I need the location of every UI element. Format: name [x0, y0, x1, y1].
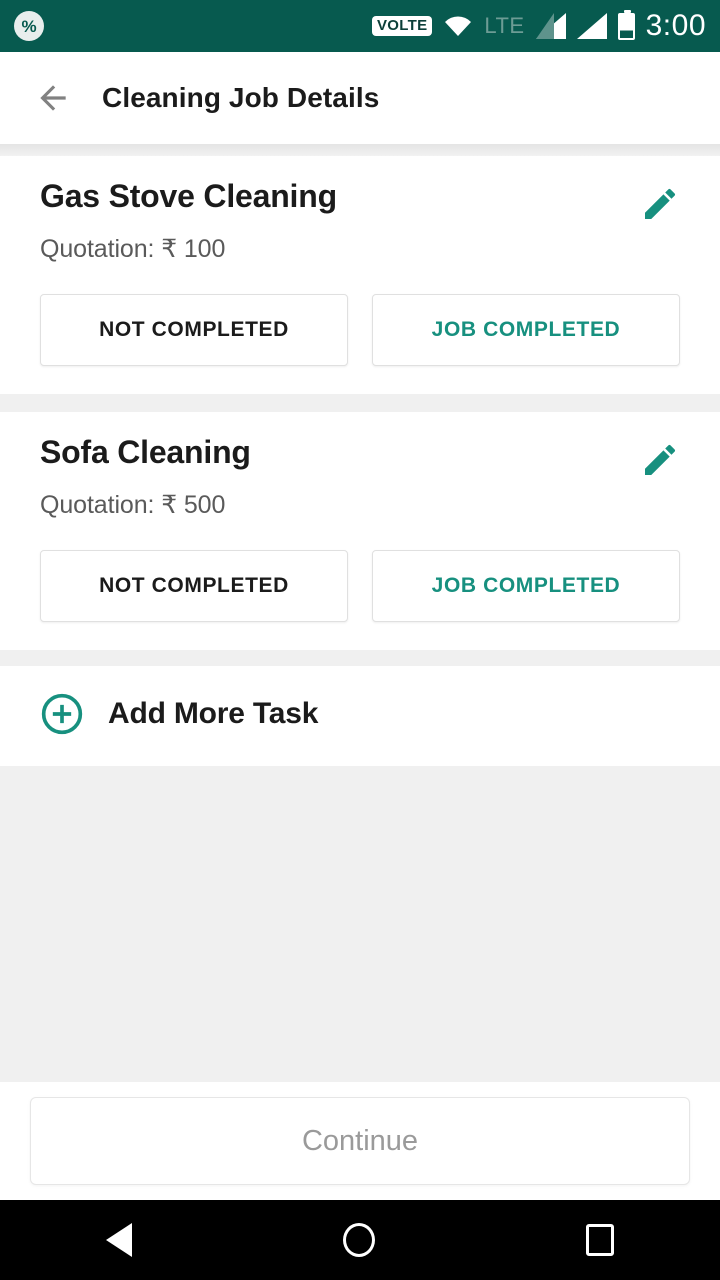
- task-quotation: Quotation: ₹ 100: [40, 235, 226, 263]
- plus-circle-icon[interactable]: [40, 692, 84, 736]
- status-bar-clock: 3:00: [645, 9, 706, 42]
- task-title: Gas Stove Cleaning: [40, 178, 337, 214]
- card-separator: [0, 394, 720, 412]
- nav-home-icon[interactable]: [342, 1223, 375, 1257]
- footer-bar: Continue: [0, 1082, 720, 1200]
- status-bar-left: %: [14, 11, 372, 41]
- percent-badge-icon: %: [14, 11, 44, 41]
- status-bar-right: VOLTE LTE 3:00: [372, 9, 706, 43]
- task-card: Gas Stove Cleaning Quotation: ₹ 100 NOT …: [0, 156, 720, 394]
- continue-button[interactable]: Continue: [30, 1097, 690, 1185]
- add-more-task-label: Add More Task: [108, 697, 319, 730]
- wifi-icon: [443, 14, 473, 38]
- phone-screen: % VOLTE LTE 3:00 Cleaning Job Details Ga…: [0, 0, 720, 1280]
- task-status-buttons: NOT COMPLETED JOB COMPLETED: [40, 294, 680, 366]
- signal-bars-icon-sim2: [576, 13, 607, 39]
- status-bar: % VOLTE LTE 3:00: [0, 0, 720, 52]
- task-status-buttons: NOT COMPLETED JOB COMPLETED: [40, 550, 680, 622]
- app-bar-shadow: [0, 144, 720, 156]
- volte-badge: VOLTE: [372, 16, 433, 36]
- task-card-header: Gas Stove Cleaning: [40, 178, 680, 224]
- not-completed-button[interactable]: NOT COMPLETED: [40, 550, 348, 622]
- arrow-back-icon[interactable]: [34, 79, 72, 117]
- nav-recents-icon[interactable]: [586, 1224, 615, 1256]
- job-completed-button[interactable]: JOB COMPLETED: [372, 550, 680, 622]
- pencil-edit-icon[interactable]: [640, 184, 680, 224]
- not-completed-button[interactable]: NOT COMPLETED: [40, 294, 348, 366]
- nav-back-icon[interactable]: [105, 1223, 132, 1257]
- job-completed-button[interactable]: JOB COMPLETED: [372, 294, 680, 366]
- page-title: Cleaning Job Details: [102, 82, 380, 113]
- signal-bars-icon-sim1: [535, 13, 566, 39]
- task-card: Sofa Cleaning Quotation: ₹ 500 NOT COMPL…: [0, 412, 720, 650]
- network-type-label: LTE: [484, 13, 525, 38]
- app-bar: Cleaning Job Details: [0, 52, 720, 144]
- card-separator: [0, 650, 720, 666]
- pencil-edit-icon[interactable]: [640, 440, 680, 480]
- android-nav-bar: [0, 1200, 720, 1280]
- task-quotation: Quotation: ₹ 500: [40, 491, 226, 519]
- task-title: Sofa Cleaning: [40, 434, 251, 470]
- task-card-header: Sofa Cleaning: [40, 434, 680, 480]
- battery-icon: [617, 9, 635, 40]
- add-more-task-row[interactable]: Add More Task: [0, 666, 720, 766]
